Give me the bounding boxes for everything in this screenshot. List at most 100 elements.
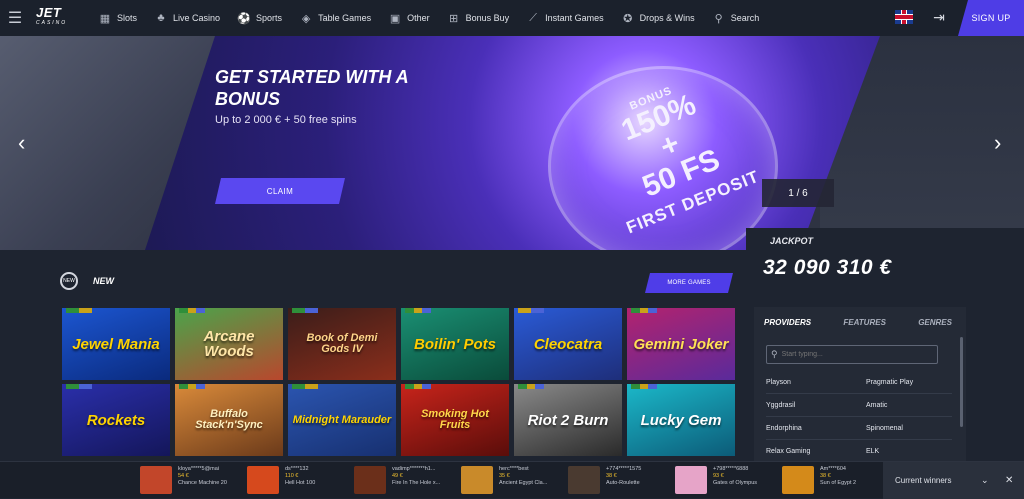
provider-flag-icon [292,308,318,313]
more-games-button[interactable]: MORE GAMES [645,273,733,293]
winner-item[interactable]: ds****132 110 € Hell Hot 100 [247,466,354,494]
nav-sports[interactable]: ⚽ Sports [237,11,282,25]
winner-game: Hell Hot 100 [285,480,316,486]
winner-item[interactable]: kloya*****5@mai 54 € Chance Machine 20 [140,466,247,494]
filter-tabs: PROVIDERS FEATURES GENRES [754,307,966,337]
slide-counter: 1 / 6 [762,179,834,207]
winner-item[interactable]: Am****604 38 € Sun of Egypt 2 [782,466,889,494]
winner-amount: 110 € [285,473,299,479]
hamburger-icon[interactable]: ☰ [0,0,30,36]
winner-item[interactable]: +774*****1575 38 € Auto-Roulette [568,466,675,494]
top-navigation-bar: ☰ JET CASINO ▦ Slots ♣ Live Casino ⚽ Sports… [0,0,1024,36]
current-winners-label: Current winners [895,476,952,485]
game-tile[interactable]: Lucky Gem [627,384,735,456]
nav-instant-games[interactable]: ⟋ Instant Games [526,11,603,25]
tab-features[interactable]: FEATURES [843,318,886,327]
winner-user: kloya*****5@mai [178,466,220,472]
logo-subtext: CASINO [36,20,68,26]
game-tile[interactable]: Jewel Mania [62,308,170,380]
winner-user: vadimp*******h1... [392,466,436,472]
provider-item[interactable]: Relax Gaming [766,440,866,463]
nav-label: Live Casino [173,13,221,23]
game-tile[interactable]: Buffalo Stack'n'Sync [175,384,283,456]
nav-other[interactable]: ▣ Other [388,11,430,25]
current-winners-dropdown[interactable]: Current winners ⌄ ✕ [883,462,1024,499]
nav-label: Drops & Wins [639,13,695,23]
winner-amount: 38 € [606,473,617,479]
provider-item[interactable]: ELK [866,440,952,463]
provider-flag-icon [405,384,432,389]
winner-game: Sun of Egypt 2 [820,480,857,486]
logo[interactable]: JET CASINO [36,6,76,28]
winner-info: kloya*****5@mai 54 € Chance Machine 20 [178,466,227,494]
provider-search-input[interactable] [781,351,922,358]
close-icon[interactable]: ✕ [1005,475,1013,486]
jackpot-panel: JACKPOT 32 090 310 € [746,228,1024,306]
instant-games-icon: ⟋ [529,11,537,24]
winner-game-thumbnail [354,466,386,494]
jackpot-value: 32 090 310 € [763,256,892,279]
chevron-down-icon[interactable]: ⌄ [981,475,989,486]
winner-item[interactable]: +798*****6888 93 € Gates of Olympus [675,466,782,494]
game-tile[interactable]: Book of Demi Gods IV [288,308,396,380]
provider-item[interactable]: Yggdrasil [766,394,866,417]
game-tile[interactable]: Gemini Joker [627,308,735,380]
nav-bonus-buy[interactable]: ⊞ Bonus Buy [447,11,509,25]
winner-user: Am****604 [820,466,846,472]
winner-amount: 54 € [178,473,189,479]
provider-item[interactable]: Playson [766,371,866,394]
nav-slots[interactable]: ▦ Slots [98,11,137,25]
nav-label: Search [730,13,760,23]
game-title: Riot 2 Burn [527,411,609,429]
login-icon[interactable]: ⇥ [928,9,950,27]
winner-user: +774*****1575 [606,466,642,472]
game-tile[interactable]: Arcane Woods [175,308,283,380]
game-tile[interactable]: Midnight Marauder [288,384,396,456]
tab-providers[interactable]: PROVIDERS [764,318,811,327]
nav-search[interactable]: ⚲ Search [712,11,760,25]
game-tile[interactable]: Cleocatra [514,308,622,380]
new-badge-icon: NEW [60,272,78,290]
nav-live-casino[interactable]: ♣ Live Casino [154,11,220,25]
winner-game-thumbnail [782,466,814,494]
winner-game-thumbnail [568,466,600,494]
game-title: Midnight Marauder [292,413,392,426]
game-tile[interactable]: Smoking Hot Fruits [401,384,509,456]
game-title: Book of Demi Gods IV [306,332,378,355]
game-tile[interactable]: Boilin' Pots [401,308,509,380]
game-title: Cleocatra [533,335,603,353]
game-tile[interactable]: Riot 2 Burn [514,384,622,456]
chevron-left-icon[interactable]: ‹ [18,132,25,154]
provider-item[interactable]: Endorphina [766,417,866,440]
game-title: Jewel Mania [72,335,160,353]
winner-item[interactable]: herc****best 35 € Ancient Egypt Cla... [461,466,568,494]
sports-icon: ⚽ [237,12,251,25]
nav-table-games[interactable]: ◈ Table Games [299,11,371,25]
provider-flag-icon [631,384,658,389]
provider-flag-icon [179,384,206,389]
nav-drops-wins[interactable]: ✪ Drops & Wins [621,11,695,25]
provider-item[interactable]: Amatic [866,394,952,417]
provider-item[interactable]: Spinomenal [866,417,952,440]
winner-user: +798*****6888 [713,466,749,472]
provider-search: ⚲ [766,345,938,364]
live-casino-icon: ♣ [157,12,165,24]
game-tile[interactable]: Rockets [62,384,170,456]
signup-button[interactable]: SIGN UP [958,0,1024,36]
chevron-right-icon[interactable]: › [994,132,1001,154]
provider-flag-icon [405,308,432,313]
provider-item[interactable]: Pragmatic Play [866,371,952,394]
tab-genres[interactable]: GENRES [918,318,952,327]
winners-ticker: kloya*****5@mai 54 € Chance Machine 20 ds**… [0,461,1024,499]
nav-label: Slots [117,13,138,23]
filter-panel: PROVIDERS FEATURES GENRES ⚲ Playson Prag… [754,307,966,463]
winner-info: Am****604 38 € Sun of Egypt 2 [820,466,856,494]
provider-scrollbar[interactable] [960,337,963,427]
winner-game-thumbnail [140,466,172,494]
claim-button[interactable]: CLAIM [215,178,345,204]
game-title: Gemini Joker [633,335,729,353]
winner-info: vadimp*******h1... 49 € Fire In The Hole x… [392,466,440,494]
bonus-buy-icon: ⊞ [449,12,459,25]
uk-flag-icon[interactable] [895,10,913,24]
winner-item[interactable]: vadimp*******h1... 49 € Fire In The Hole x… [354,466,461,494]
